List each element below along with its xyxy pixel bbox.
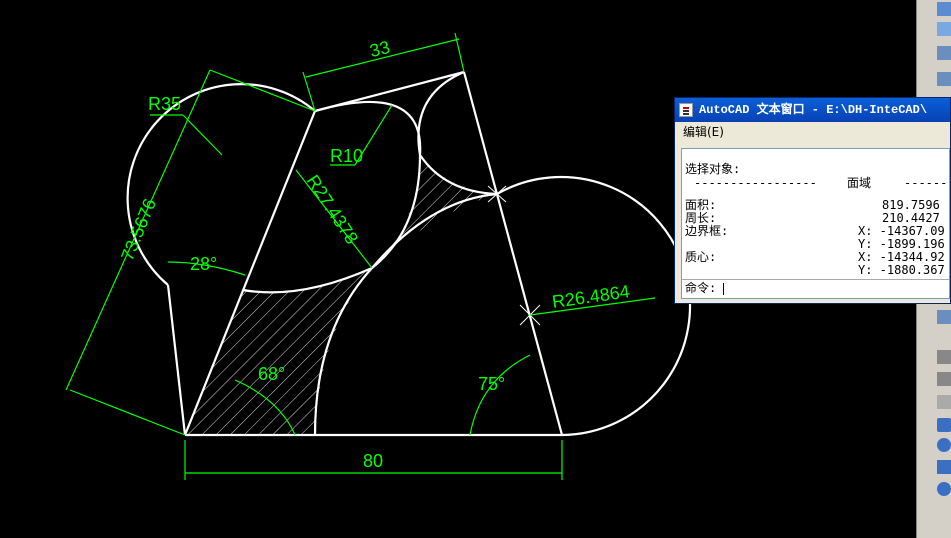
text-window[interactable]: AutoCAD 文本窗口 - E:\DH-InteCAD\ 编辑(E) 选择对象…	[674, 97, 951, 304]
text-window-menubar: 编辑(E)	[675, 122, 950, 142]
arc-r35	[126, 83, 316, 286]
output-bbox-label: 边界框:	[685, 224, 729, 238]
toolbar-icon[interactable]	[937, 2, 951, 16]
text-window-title: AutoCAD 文本窗口 - E:\DH-InteCAD\	[699, 103, 928, 117]
sphere-icon[interactable]	[937, 438, 951, 452]
dim-base-width: 80	[363, 451, 383, 471]
dim-radius-mid: R27.4378	[303, 171, 362, 247]
output-line-select: 选择对象:	[685, 162, 741, 176]
command-line[interactable]: 命令:	[682, 279, 949, 298]
toolbar-icon[interactable]	[937, 395, 951, 409]
cylinder-icon[interactable]	[937, 460, 951, 474]
dim-radius-small: R10	[330, 146, 363, 166]
dim-radius-left: R35	[148, 94, 181, 114]
left-vertical-line	[166, 284, 187, 436]
menu-edit[interactable]: 编辑(E)	[683, 125, 724, 139]
toolbar-icon[interactable]	[937, 372, 951, 386]
toolbar-icon[interactable]	[937, 22, 951, 36]
text-caret	[723, 282, 725, 295]
box-3d-icon[interactable]	[937, 418, 951, 432]
output-separator: -------	[904, 176, 950, 190]
dim-angle-left: 28°	[190, 254, 217, 274]
dim-angle-bottom-right: 75°	[478, 374, 505, 394]
output-separator: -----------------	[694, 176, 817, 190]
output-centroid-label: 质心:	[685, 250, 717, 264]
toolbar-icon[interactable]	[937, 46, 951, 60]
output-region: 面域	[847, 176, 872, 190]
output-centroid-y: Y: -1880.367	[858, 263, 945, 277]
torus-icon[interactable]	[937, 482, 951, 496]
command-prompt: 命令:	[685, 281, 717, 295]
text-window-titlebar[interactable]: AutoCAD 文本窗口 - E:\DH-InteCAD\	[675, 98, 950, 122]
dim-radius-right: R26.4864	[551, 281, 631, 312]
toolbar-icon[interactable]	[937, 350, 951, 364]
dim-top-width: 33	[368, 37, 392, 61]
app-icon	[679, 103, 693, 117]
dim-angle-bottom-left: 68°	[258, 364, 285, 384]
text-window-output[interactable]: 选择对象: ----------------- 面域 ------- 面积: 8…	[681, 148, 950, 299]
toolbar-icon[interactable]	[937, 72, 951, 86]
dim-slant-length: 73.5676	[117, 196, 160, 264]
toolbar-icon[interactable]	[937, 310, 951, 324]
